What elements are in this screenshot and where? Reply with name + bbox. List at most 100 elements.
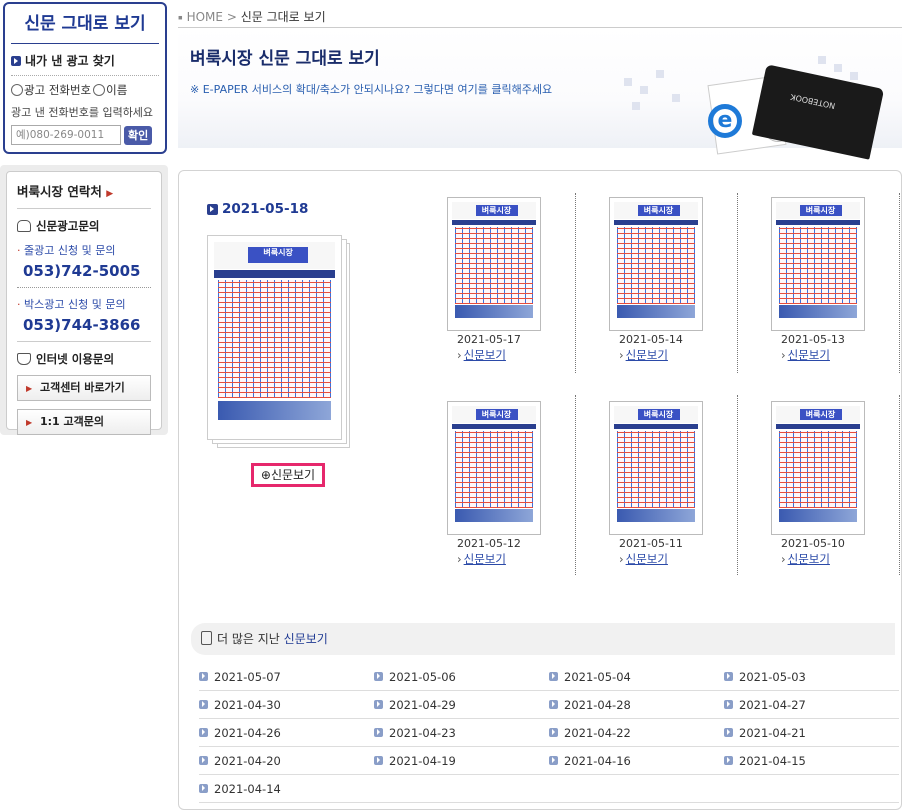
contact-heading-label: 벼룩시장 연락처 [17, 184, 102, 199]
archive-date-link[interactable]: 2021-04-28 [549, 698, 724, 712]
archive-date-label: 2021-04-22 [564, 725, 631, 740]
issue-thumbnail[interactable]: 벼룩시장 [771, 197, 865, 331]
paper-header: 벼룩시장 [452, 202, 536, 220]
confirm-button[interactable]: 확인 [124, 125, 153, 145]
issue-date: 2021-05-17 [457, 333, 521, 346]
column-divider [899, 395, 900, 575]
archive-date-link[interactable]: 2021-04-29 [374, 698, 549, 712]
contact-panel: 벼룩시장 연락처 ▶ 신문광고문의 · 줄광고 신청 및 문의 053)742-… [6, 171, 162, 435]
decor-pixel [818, 56, 826, 64]
issue-thumbnail[interactable]: 벼룩시장 [447, 401, 541, 535]
paper-footer [778, 509, 858, 522]
issue-thumbnail[interactable]: 벼룩시장 [447, 197, 541, 331]
archive-date-link[interactable]: 2021-04-19 [374, 754, 549, 768]
ad-inquiry-section: 신문광고문의 [17, 218, 151, 234]
archive-date-label: 2021-04-20 [214, 753, 281, 768]
breadcrumb-home[interactable]: HOME [187, 10, 223, 24]
paper-logo: 벼룩시장 [799, 409, 842, 420]
dot-icon: · [17, 244, 21, 257]
latest-issue-thumbnail[interactable]: 벼룩시장 [207, 235, 352, 450]
ad-search-panel: 신문 그대로 보기 내가 낸 광고 찾기 광고 전화번호 이름 광고 낸 전화번… [3, 2, 167, 154]
issue-thumbnail[interactable]: 벼룩시장 [609, 197, 703, 331]
issue-view-link[interactable]: 신문보기 [619, 347, 668, 363]
archive-row: 2021-04-30 2021-04-29 2021-04-28 2021-04… [199, 691, 899, 719]
bullet-icon [199, 728, 208, 737]
paper-band [452, 424, 536, 430]
paper-band [776, 220, 860, 226]
paper-logo: 벼룩시장 [475, 409, 518, 420]
decor-pixel [624, 78, 632, 86]
view-newspaper-button[interactable]: ⊕신문보기 [251, 463, 325, 487]
contact-panel-wrap: 벼룩시장 연락처 ▶ 신문광고문의 · 줄광고 신청 및 문의 053)742-… [0, 165, 168, 435]
page-title: 벼룩시장 신문 그대로 보기 [190, 49, 380, 69]
newspaper-front-page: 벼룩시장 [614, 202, 698, 326]
archive-date-link[interactable]: 2021-05-03 [724, 670, 899, 684]
column-divider [737, 395, 738, 575]
page-banner: 벼룩시장 신문 그대로 보기 ※ E-PAPER 서비스의 확대/축소가 안되시… [178, 28, 902, 160]
archive-date-link[interactable]: 2021-04-21 [724, 726, 899, 740]
decor-pixel [672, 94, 680, 102]
archive-date-link[interactable]: 2021-05-04 [549, 670, 724, 684]
bullet-icon [374, 672, 383, 681]
phone-search-input[interactable]: 예)080-269-0011 [11, 125, 121, 145]
paper-header: 벼룩시장 [614, 202, 698, 220]
bullet-icon [199, 784, 208, 793]
archive-date-link[interactable]: 2021-05-06 [374, 670, 549, 684]
archive-row: 2021-04-26 2021-04-23 2021-04-22 2021-04… [199, 719, 899, 747]
paper-logo: 벼룩시장 [799, 205, 842, 216]
archive-date-label: 2021-05-06 [389, 669, 456, 684]
paper-classifieds [454, 430, 534, 508]
archive-date-link[interactable]: 2021-04-26 [199, 726, 374, 740]
archive-date-link[interactable]: 2021-04-30 [199, 698, 374, 712]
issue-date: 2021-05-14 [619, 333, 683, 346]
paper-classifieds [616, 430, 696, 508]
archive-header: 더 많은 지난 신문보기 [191, 623, 895, 655]
archive-date-link[interactable]: 2021-04-20 [199, 754, 374, 768]
issue-thumbnail[interactable]: 벼룩시장 [609, 401, 703, 535]
archive-date-label: 2021-05-04 [564, 669, 631, 684]
archive-date-link[interactable]: 2021-04-23 [374, 726, 549, 740]
column-divider [899, 193, 900, 373]
archive-row: 2021-04-14 [199, 775, 899, 803]
radio-name[interactable] [93, 84, 106, 96]
archive-date-link[interactable]: 2021-04-22 [549, 726, 724, 740]
issue-view-link[interactable]: 신문보기 [457, 551, 506, 567]
radio-name-label: 이름 [106, 83, 128, 97]
paper-classifieds [616, 226, 696, 304]
archive-date-link[interactable]: 2021-04-14 [199, 782, 374, 796]
customer-center-button[interactable]: ▶ 고객센터 바로가기 [17, 375, 151, 401]
dot-icon: · [17, 298, 21, 311]
paper-logo: 벼룩시장 [637, 409, 680, 420]
archive-header-label: 더 많은 지난 [217, 632, 280, 646]
paper-logo: 벼룩시장 [475, 205, 518, 216]
paper-band [614, 220, 698, 226]
issue-card: 벼룩시장 2021-05-17 신문보기 [447, 197, 557, 377]
newspaper-main-panel: 2021-05-18 벼룩시장 ⊕신문보기 벼룩시장 2021-05-17 신문… [178, 170, 902, 810]
archive-date-link[interactable]: 2021-04-27 [724, 698, 899, 712]
issue-view-link[interactable]: 신문보기 [781, 347, 830, 363]
cup-icon [17, 353, 31, 365]
issue-view-link[interactable]: 신문보기 [457, 347, 506, 363]
epaper-zoom-notice-link[interactable]: ※ E-PAPER 서비스의 확대/축소가 안되시나요? 그렇다면 여기를 클릭… [190, 81, 552, 97]
archive-date-link[interactable]: 2021-05-07 [199, 670, 374, 684]
bullet-icon [724, 672, 733, 681]
paper-classifieds [778, 226, 858, 304]
paper-footer [217, 400, 332, 420]
issue-thumbnail[interactable]: 벼룩시장 [771, 401, 865, 535]
issue-card: 벼룩시장 2021-05-10 신문보기 [771, 401, 881, 581]
one-to-one-inquiry-button[interactable]: ▶ 1:1 고객문의 [17, 409, 151, 435]
radio-phone[interactable] [11, 84, 23, 96]
decor-pixel [656, 70, 664, 78]
issue-date: 2021-05-13 [781, 333, 845, 346]
bullet-icon [724, 728, 733, 737]
archive-date-label: 2021-05-07 [214, 669, 281, 684]
archive-date-link[interactable]: 2021-04-15 [724, 754, 899, 768]
archive-date-link[interactable]: 2021-04-16 [549, 754, 724, 768]
issue-view-link[interactable]: 신문보기 [619, 551, 668, 567]
archive-date-label: 2021-04-19 [389, 753, 456, 768]
decor-pixel [632, 102, 640, 110]
decor-pixel [834, 64, 842, 72]
archive-date-label: 2021-05-03 [739, 669, 806, 684]
issue-view-link[interactable]: 신문보기 [781, 551, 830, 567]
issue-card: 벼룩시장 2021-05-13 신문보기 [771, 197, 881, 377]
